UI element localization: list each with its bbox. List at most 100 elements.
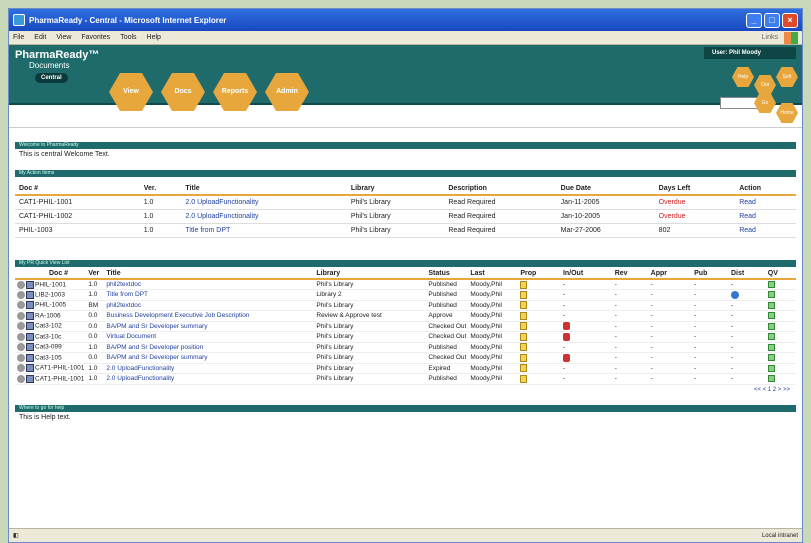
qv-col-status[interactable]: Status — [426, 269, 469, 280]
menu-view[interactable]: View — [56, 34, 71, 41]
qv-title-link[interactable]: Virtual Document — [106, 333, 156, 340]
distribute-icon[interactable] — [730, 290, 739, 299]
action-title-link[interactable]: Title from DPT — [185, 227, 230, 234]
menu-file[interactable]: File — [13, 34, 24, 41]
qv-col-pub[interactable]: Pub — [692, 269, 729, 280]
document-icon[interactable] — [26, 343, 34, 352]
qv-col-doc[interactable]: Doc # — [15, 269, 87, 280]
action-read-link[interactable]: Read — [739, 227, 756, 234]
qv-title-link[interactable]: Title from DPT — [106, 291, 148, 298]
menu-help[interactable]: Help — [147, 34, 161, 41]
properties-icon[interactable] — [520, 280, 528, 289]
menu-edit[interactable]: Edit — [34, 34, 46, 41]
document-icon[interactable] — [26, 353, 34, 362]
qv-title-link[interactable]: 2.0 UploadFunctionality — [106, 365, 174, 372]
checkout-icon[interactable] — [562, 353, 570, 362]
qv-title-link[interactable]: phil2textdoc — [106, 281, 141, 288]
quick-view-icon[interactable] — [767, 333, 775, 341]
qv-col-last[interactable]: Last — [468, 269, 519, 280]
maximize-button[interactable]: □ — [764, 12, 780, 28]
action-library: Phil's Library — [346, 209, 445, 224]
qv-title-link[interactable]: phil2textdoc — [106, 302, 141, 309]
action-items-table: Doc # Ver. Title Library Description Due… — [15, 183, 796, 238]
document-icon[interactable] — [26, 322, 34, 331]
action-title-link[interactable]: 2.0 UploadFunctionality — [185, 213, 258, 220]
disc-icon[interactable] — [17, 301, 25, 310]
quick-view-icon[interactable] — [767, 322, 775, 330]
document-icon[interactable] — [26, 311, 34, 320]
qv-inout: - — [560, 373, 613, 385]
quick-view-icon[interactable] — [767, 301, 775, 309]
pagination[interactable]: << < 1 2 > >> — [15, 385, 796, 395]
disc-icon[interactable] — [17, 353, 25, 362]
col-library[interactable]: Library — [346, 183, 445, 196]
action-row: PHIL-1003 1.0 Title from DPT Phil's Libr… — [15, 223, 796, 238]
action-read-link[interactable]: Read — [739, 199, 756, 206]
qv-col-appr[interactable]: Appr — [648, 269, 693, 280]
app-logo[interactable]: PharmaReady™ Documents Central — [15, 49, 99, 83]
qv-col-library[interactable]: Library — [314, 269, 427, 280]
disc-icon[interactable] — [17, 374, 25, 383]
properties-icon[interactable] — [520, 301, 528, 310]
col-days-left[interactable]: Days Left — [654, 183, 736, 196]
close-button[interactable]: × — [782, 12, 798, 28]
disc-icon[interactable] — [17, 311, 25, 320]
qv-col-prop[interactable]: Prop — [518, 269, 561, 280]
checkout-icon[interactable] — [562, 332, 570, 341]
qv-col-inout[interactable]: In/Out — [560, 269, 613, 280]
quick-view-icon[interactable] — [767, 312, 775, 320]
quick-view-icon[interactable] — [767, 375, 775, 383]
minimize-button[interactable]: _ — [746, 12, 762, 28]
properties-icon[interactable] — [520, 311, 528, 320]
properties-icon[interactable] — [520, 290, 528, 299]
col-action[interactable]: Action — [735, 183, 796, 196]
properties-icon[interactable] — [520, 364, 528, 373]
search-input[interactable] — [720, 97, 758, 109]
properties-icon[interactable] — [520, 322, 528, 331]
qv-title-link[interactable]: BA/PM and Sr Developer position — [106, 344, 203, 351]
menu-favorites[interactable]: Favorites — [81, 34, 110, 41]
qv-title-link[interactable]: Business Development Executive Job Descr… — [106, 312, 249, 319]
document-icon[interactable] — [26, 364, 34, 373]
properties-icon[interactable] — [520, 332, 528, 341]
document-icon[interactable] — [26, 290, 34, 299]
col-description[interactable]: Description — [444, 183, 557, 196]
col-ver[interactable]: Ver. — [139, 183, 182, 196]
properties-icon[interactable] — [520, 343, 528, 352]
qv-col-rev[interactable]: Rev — [612, 269, 649, 280]
qv-title-link[interactable]: BA/PM and Sr Developer summary — [106, 323, 207, 330]
disc-icon[interactable] — [17, 332, 25, 341]
document-icon[interactable] — [26, 374, 34, 383]
qv-col-ver[interactable]: Ver — [86, 269, 105, 280]
links-toolbar[interactable]: Links — [762, 34, 778, 41]
properties-icon[interactable] — [520, 353, 528, 362]
col-title[interactable]: Title — [181, 183, 347, 196]
quick-view-icon[interactable] — [767, 354, 775, 362]
disc-icon[interactable] — [17, 290, 25, 299]
action-title-link[interactable]: 2.0 UploadFunctionality — [185, 199, 258, 206]
quick-view-icon[interactable] — [767, 280, 775, 288]
qv-col-qv[interactable]: QV — [765, 269, 796, 280]
col-doc[interactable]: Doc # — [15, 183, 140, 196]
document-icon[interactable] — [26, 332, 34, 341]
action-read-link[interactable]: Read — [739, 213, 756, 220]
qv-title-link[interactable]: 2.0 UploadFunctionality — [106, 375, 174, 382]
qv-doc: LIB2-1003 — [35, 291, 65, 299]
disc-icon[interactable] — [17, 280, 25, 289]
qv-col-dist[interactable]: Dist — [728, 269, 766, 280]
properties-icon[interactable] — [520, 374, 528, 383]
col-due-date[interactable]: Due Date — [556, 183, 655, 196]
qv-doc: Cat3-10c — [35, 333, 62, 341]
qv-col-title[interactable]: Title — [104, 269, 315, 280]
quick-view-icon[interactable] — [767, 291, 775, 299]
disc-icon[interactable] — [17, 343, 25, 352]
qv-title-link[interactable]: BA/PM and Sr Developer summary — [106, 354, 207, 361]
document-icon[interactable] — [26, 301, 34, 310]
document-icon[interactable] — [26, 280, 34, 289]
quick-view-icon[interactable] — [767, 364, 775, 372]
disc-icon[interactable] — [17, 322, 25, 331]
menu-tools[interactable]: Tools — [120, 34, 136, 41]
quick-view-icon[interactable] — [767, 343, 775, 351]
checkout-icon[interactable] — [562, 322, 570, 331]
disc-icon[interactable] — [17, 364, 25, 373]
